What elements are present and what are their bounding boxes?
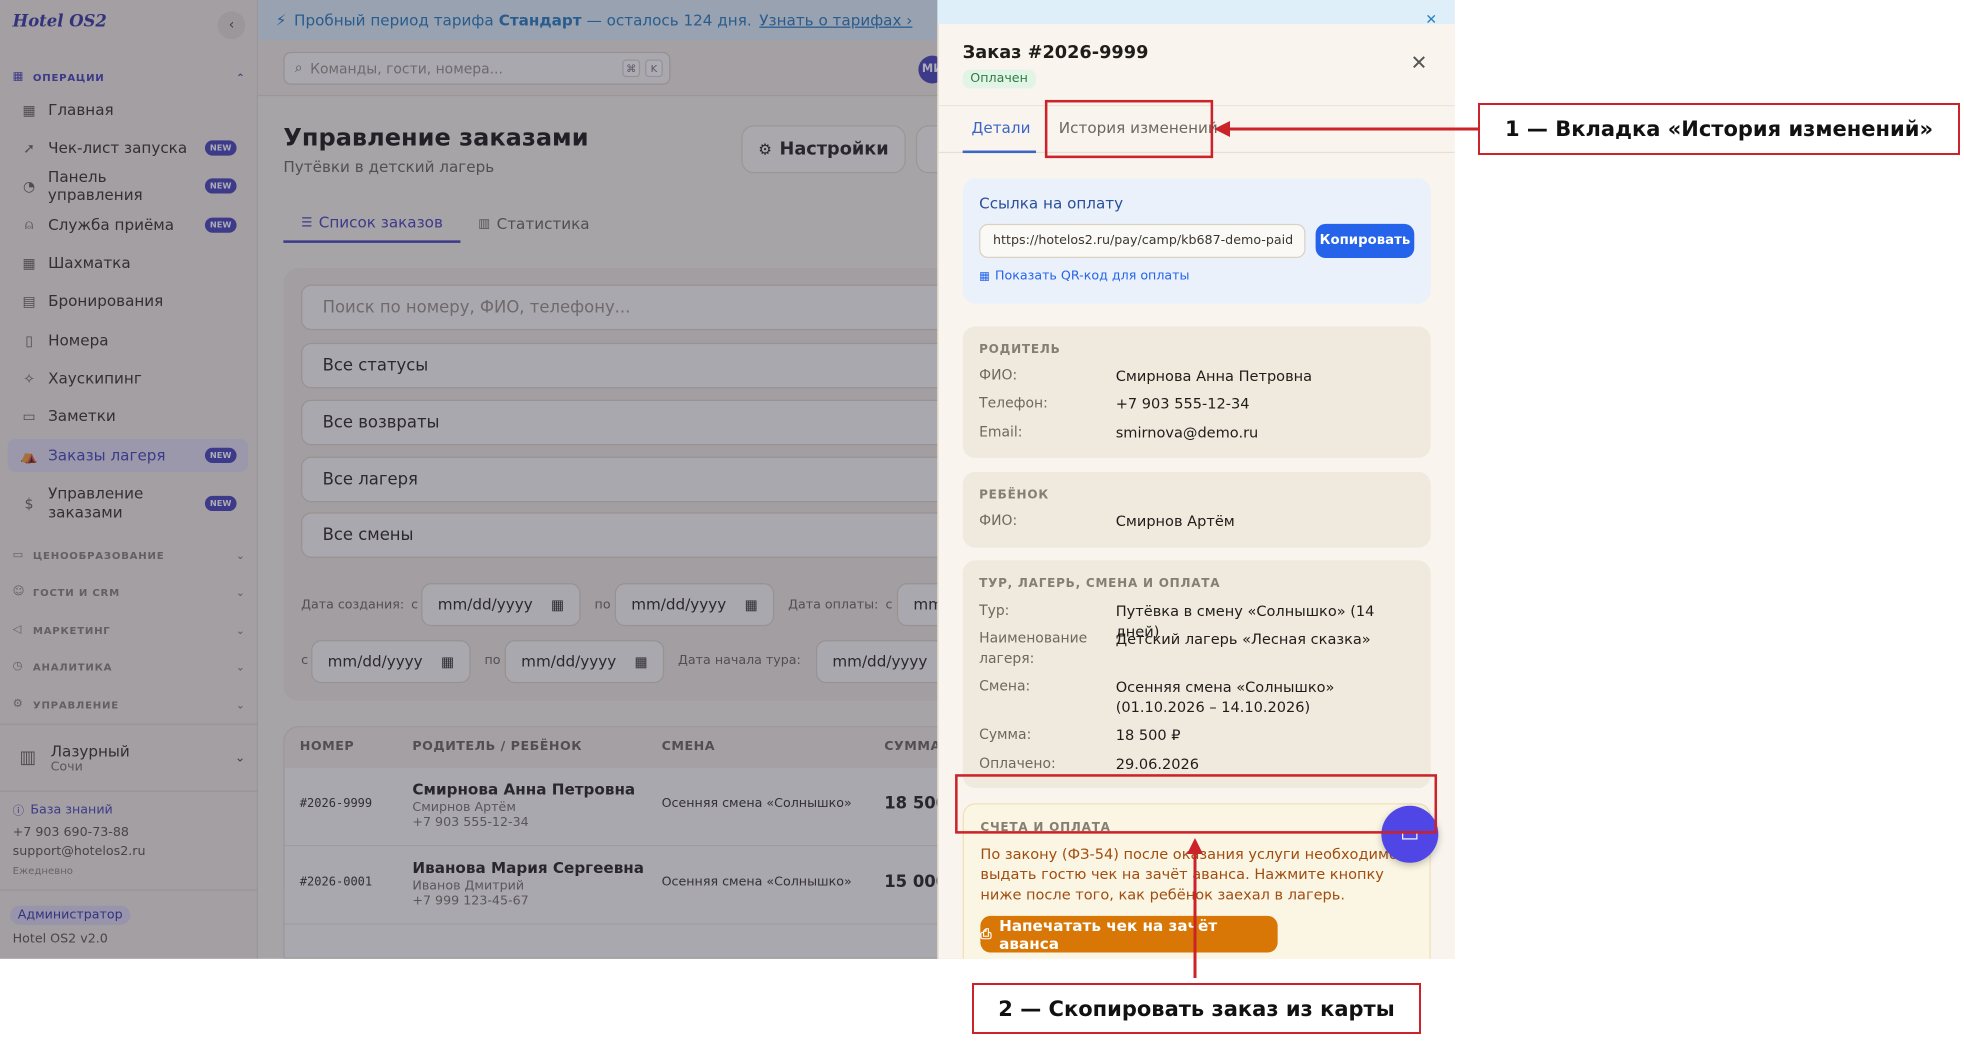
callout-history-tab: 1 — Вкладка «История изменений» bbox=[1478, 103, 1960, 155]
arrow-head-2 bbox=[1187, 838, 1203, 854]
callout-copy-order: 2 — Скопировать заказ из карты bbox=[972, 983, 1421, 1034]
annotation-arrows bbox=[1187, 121, 1478, 978]
arrow-head-1 bbox=[1214, 121, 1230, 137]
